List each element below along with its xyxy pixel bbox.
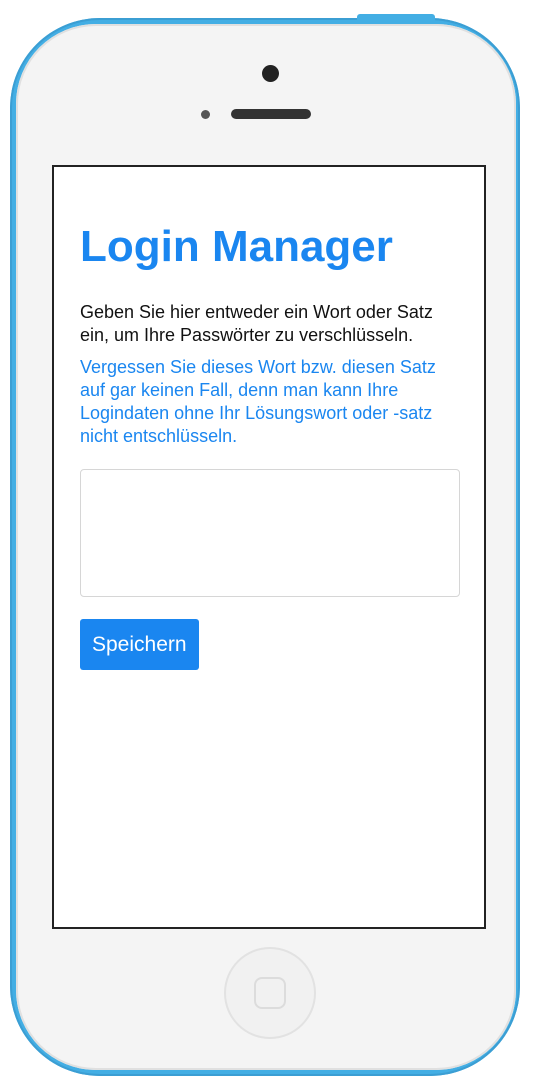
proximity-sensor-icon: [201, 110, 210, 119]
save-button[interactable]: Speichern: [80, 619, 199, 670]
home-button-icon: [254, 977, 286, 1009]
passphrase-input[interactable]: [80, 469, 460, 597]
intro-text: Geben Sie hier entweder ein Wort oder Sa…: [80, 302, 433, 345]
power-button: [357, 14, 435, 22]
login-manager-view: Login Manager Geben Sie hier entweder ei…: [80, 221, 460, 670]
home-button[interactable]: [224, 947, 316, 1039]
phone-screen: Login Manager Geben Sie hier entweder ei…: [52, 165, 486, 929]
speaker-grille-icon: [231, 109, 311, 119]
warning-text: Vergessen Sie dieses Wort bzw. diesen Sa…: [80, 357, 436, 446]
front-camera-icon: [262, 65, 279, 82]
page-title: Login Manager: [80, 222, 393, 271]
